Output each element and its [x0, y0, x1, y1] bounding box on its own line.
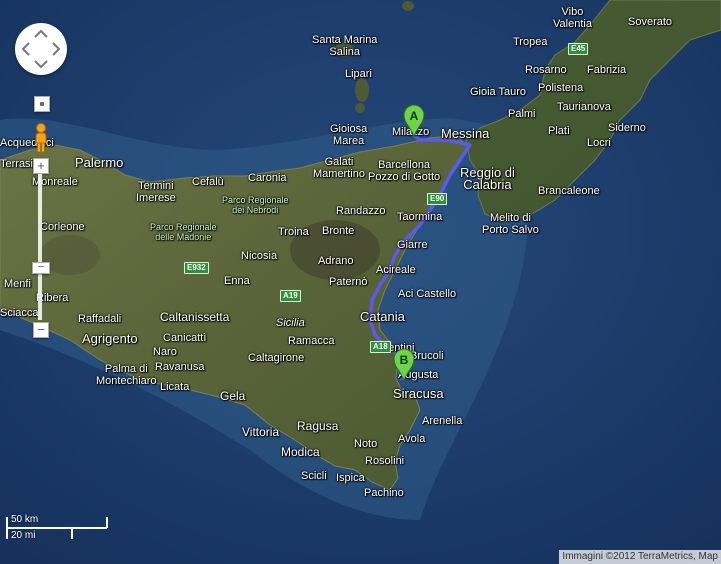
shield-a18: A18	[370, 341, 391, 353]
shield-e45: E45	[568, 43, 589, 55]
copyright-notice: Immagini ©2012 TerraMetrics, Map	[559, 550, 721, 564]
pan-arrows-icon	[21, 29, 61, 69]
label-naro: Naro	[153, 346, 177, 358]
label-brancaleone: Brancaleone	[538, 185, 600, 197]
label-fabrizia: Fabrizia	[587, 64, 627, 76]
marker-a[interactable]: A	[402, 104, 426, 138]
dot-icon	[40, 102, 44, 106]
label-locri: Locri	[587, 137, 611, 149]
label-ispica: Ispica	[336, 472, 365, 484]
label-vibo-valentia: Vibo Valentia	[553, 6, 592, 30]
label-aci-castello: Aci Castello	[398, 288, 457, 300]
label-canicatti: Canicattì	[163, 332, 207, 344]
pan-control[interactable]	[15, 23, 67, 75]
label-cefalu: Cefalù	[192, 176, 224, 188]
marker-a-label: A	[409, 109, 419, 123]
label-enna: Enna	[224, 275, 250, 287]
marker-b[interactable]: B	[392, 348, 416, 382]
label-licata: Licata	[160, 381, 190, 393]
label-rosarno: Rosarno	[525, 64, 567, 76]
label-polistena: Polistena	[538, 82, 584, 94]
label-caltanissetta: Caltanissetta	[160, 310, 230, 324]
label-noto: Noto	[354, 438, 378, 450]
marker-b-label: B	[399, 353, 409, 367]
label-lipari: Lipari	[345, 68, 372, 80]
shield-e932: E932	[184, 262, 209, 274]
label-plati: Platì	[548, 125, 571, 137]
label-giarre: Giarre	[397, 239, 428, 251]
label-adrano: Adrano	[318, 255, 354, 267]
zoom-in-button[interactable]: +	[33, 158, 49, 174]
label-soverato: Soverato	[628, 16, 673, 28]
shield-e90: E90	[427, 193, 448, 205]
map-canvas[interactable]: Vibo Valentia Soverato Tropea Santa Mari…	[0, 0, 721, 564]
label-barcellona: Barcellona Pozzo di Gotto	[368, 159, 441, 183]
label-santa-marina-salina: Santa Marina Salina	[312, 34, 378, 58]
label-raffadali: Raffadali	[78, 313, 122, 325]
label-gioia-tauro: Gioia Tauro	[470, 86, 527, 98]
label-acireale: Acireale	[376, 264, 416, 276]
label-agrigento: Agrigento	[82, 331, 138, 346]
label-sicilia: Sicilia	[276, 317, 305, 329]
label-corleone: Corleone	[40, 221, 85, 233]
label-catania: Catania	[360, 309, 405, 324]
label-termini: Termini Imerese	[136, 180, 176, 204]
label-caronia: Caronia	[248, 172, 287, 184]
label-scicli: Scicli	[301, 470, 327, 482]
label-galati-mamertino: Galati Mamertino	[313, 156, 365, 180]
scale-km: 50 km	[11, 514, 39, 525]
label-parco-madonie: Parco Regionale delle Madonie	[150, 222, 217, 242]
label-bronte: Bronte	[322, 225, 355, 237]
label-arenella: Arenella	[422, 415, 463, 427]
label-ragusa: Ragusa	[297, 419, 339, 433]
label-siracusa: Siracusa	[393, 386, 444, 401]
label-taormina: Taormina	[397, 211, 443, 223]
label-tropea: Tropea	[513, 36, 548, 48]
label-messina: Messina	[441, 126, 490, 141]
label-paterno: Paternò	[329, 276, 368, 288]
label-taurianova: Taurianova	[557, 101, 611, 113]
label-caltagirone: Caltagirone	[248, 352, 305, 364]
label-pachino: Pachino	[364, 487, 404, 499]
label-reggio: Reggio di Calabria	[460, 165, 515, 192]
center-button[interactable]	[34, 96, 50, 112]
scale-bar: 50 km 20 mi	[6, 513, 109, 543]
label-palmi: Palmi	[508, 108, 536, 120]
zoom-track[interactable]	[38, 174, 42, 320]
label-ravanusa: Ravanusa	[155, 361, 205, 373]
label-palma: Palma di Montechiaro	[96, 363, 157, 387]
label-gela: Gela	[220, 389, 246, 403]
label-troina: Troina	[278, 226, 309, 238]
label-ramacca: Ramacca	[288, 335, 335, 347]
label-melito: Melito di Porto Salvo	[482, 212, 539, 236]
scale-mi: 20 mi	[11, 530, 36, 541]
pegman-icon[interactable]	[31, 122, 51, 154]
zoom-slider-handle[interactable]: −	[32, 262, 50, 274]
label-gioiosa-marea: Gioiosa Marea	[330, 123, 368, 147]
label-parco-nebrodi: Parco Regionale dei Nebrodi	[222, 195, 289, 215]
label-vittoria: Vittoria	[242, 425, 280, 439]
label-menfi: Menfi	[4, 278, 31, 290]
label-modica: Modica	[281, 445, 320, 459]
zoom-out-button[interactable]: −	[33, 322, 49, 338]
label-randazzo: Randazzo	[336, 205, 386, 217]
shield-a19: A19	[280, 290, 301, 302]
label-palermo: Palermo	[75, 155, 124, 170]
label-rosolini: Rosolini	[365, 455, 405, 467]
label-avola: Avola	[398, 433, 426, 445]
label-siderno: Siderno	[608, 122, 646, 134]
label-nicosia: Nicosia	[241, 250, 278, 262]
label-sciacca: Sciacca	[0, 307, 39, 319]
